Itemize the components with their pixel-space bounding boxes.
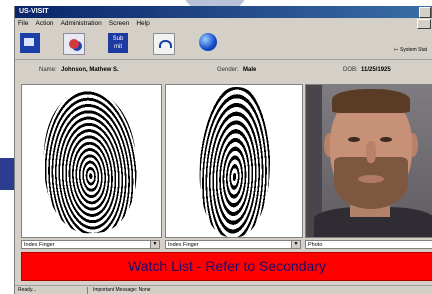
person-name: Johnson, Mathew S.: [61, 67, 119, 73]
finger-select-right[interactable]: Index Finger ▼: [165, 240, 301, 249]
window-title: US-VISIT: [19, 8, 49, 15]
chevron-down-icon[interactable]: ▼: [150, 241, 159, 248]
chevron-down-icon[interactable]: ▼: [291, 241, 300, 248]
submit-icon[interactable]: Sub mit: [108, 33, 128, 53]
status-indicator-icon: ⊢: [394, 47, 399, 53]
menu-restore-button[interactable]: [417, 19, 431, 29]
title-bar: US-VISIT: [15, 6, 432, 18]
menu-screen[interactable]: Screen: [109, 18, 130, 29]
name-label: Name:: [39, 67, 57, 73]
photo-select[interactable]: Photo: [305, 240, 432, 249]
photo-eye: [380, 137, 392, 142]
fingerprint-scan-icon[interactable]: [63, 33, 85, 55]
capture-icon[interactable]: [20, 33, 40, 53]
fingerprint-panel-right: [165, 84, 303, 238]
fingerprint-panel-left: [21, 84, 162, 238]
toolbar: Sub mit ⊢ System Stat: [15, 29, 432, 60]
menu-administration[interactable]: Administration: [61, 18, 102, 29]
menu-file[interactable]: File: [18, 18, 28, 29]
photo-panel: [305, 84, 432, 238]
fingerprint-image: [40, 88, 140, 236]
menu-action[interactable]: Action: [35, 18, 53, 29]
refresh-icon[interactable]: [153, 33, 175, 55]
photo-mouth: [358, 175, 384, 183]
gender-label: Gender:: [217, 67, 239, 73]
dob-label: DOB:: [343, 67, 358, 73]
photo-beard: [334, 157, 408, 209]
photo-hair: [332, 89, 410, 113]
globe-icon[interactable]: [199, 33, 217, 51]
menu-help[interactable]: Help: [136, 18, 149, 29]
menu-bar: File Action Administration Screen Help: [15, 18, 432, 29]
status-text: Ready...: [18, 287, 37, 293]
window-control-button[interactable]: [419, 7, 431, 18]
person-gender: Male: [243, 67, 257, 73]
watch-list-alert: Watch List - Refer to Secondary: [21, 252, 432, 281]
system-status-label: ⊢ System Stat: [394, 47, 427, 53]
person-dob: 11/25/1925: [361, 67, 391, 73]
fingerprint-image: [197, 85, 273, 237]
person-info-bar: Name: Johnson, Mathew S. Gender: Male DO…: [21, 64, 432, 76]
important-message: Important Message: None: [93, 287, 151, 293]
app-window: US-VISIT File Action Administration Scre…: [14, 6, 432, 294]
slide-decor-left: [0, 158, 14, 190]
status-divider: [87, 287, 88, 294]
photo-nose: [366, 141, 376, 163]
status-bar: Ready... Important Message: None: [15, 285, 432, 294]
photo-eye: [348, 137, 360, 142]
finger-select-left[interactable]: Index Finger ▼: [21, 240, 160, 249]
